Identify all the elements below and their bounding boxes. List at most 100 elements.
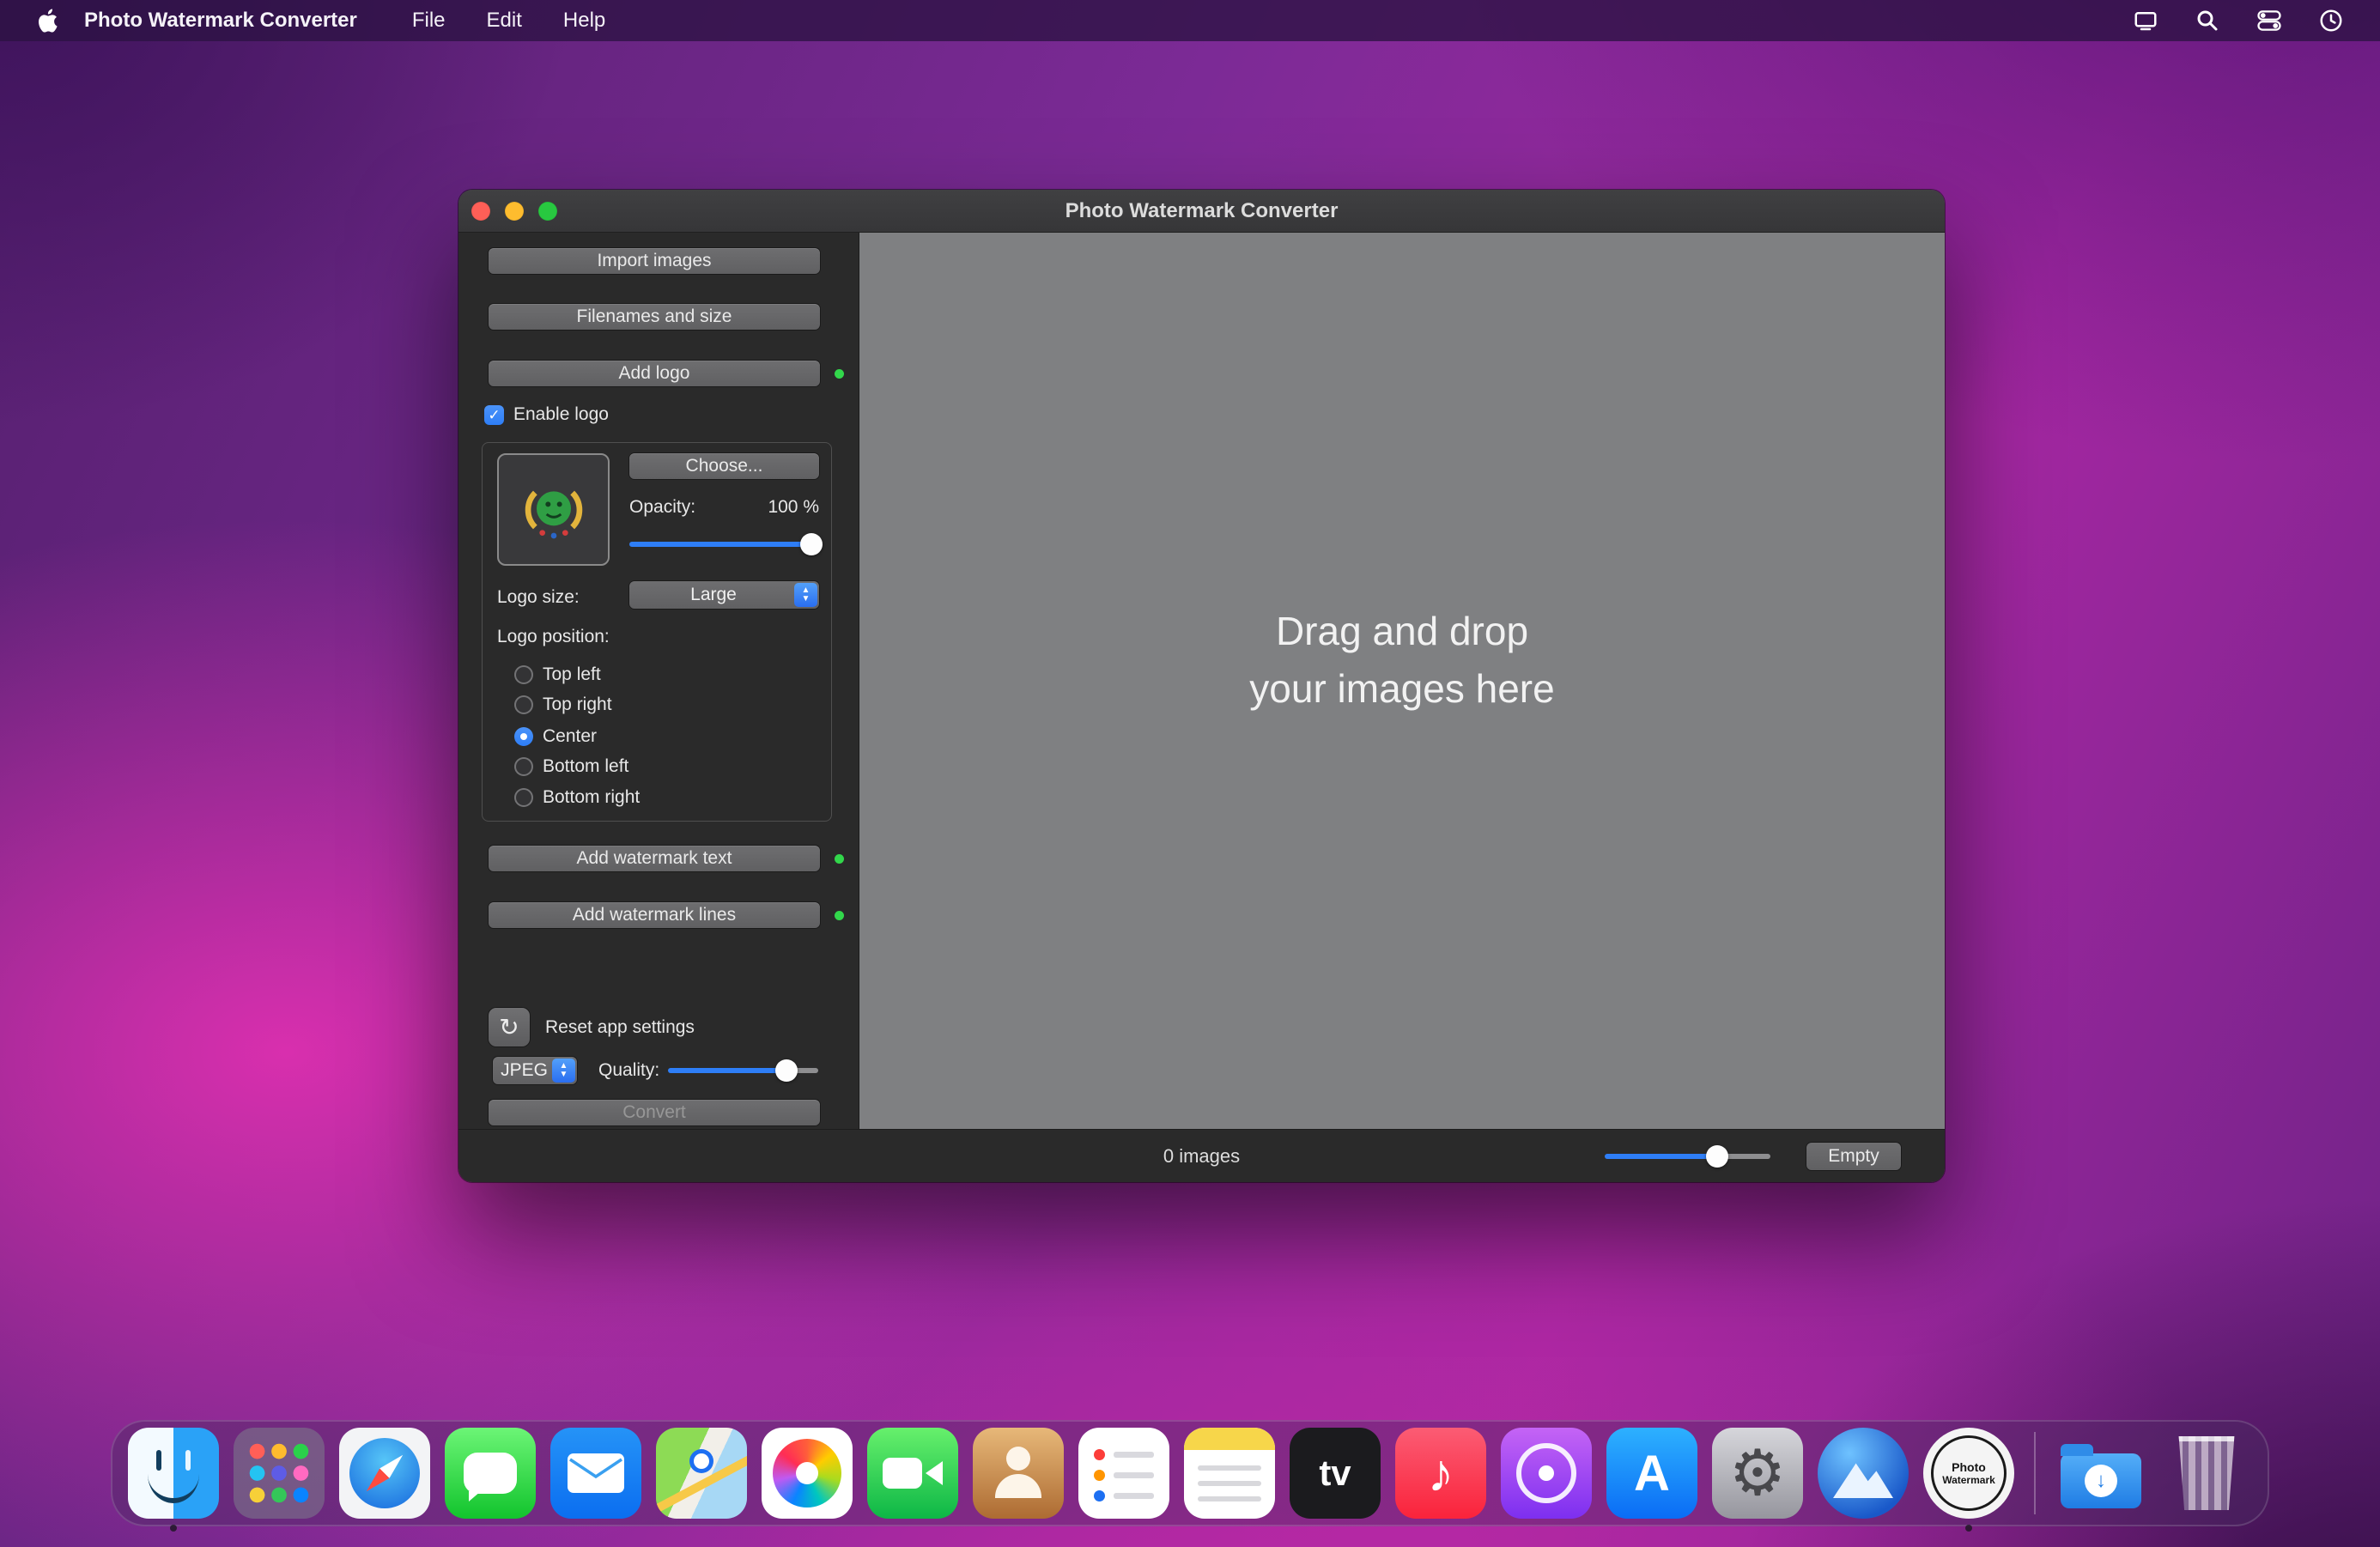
- dock-item-reminders[interactable]: [1078, 1428, 1169, 1519]
- logo-preview-image: [511, 467, 597, 553]
- import-images-button[interactable]: Import images: [489, 248, 820, 274]
- radio-bottom-left[interactable]: Bottom left: [514, 756, 628, 776]
- window-footer: 0 images Empty: [458, 1129, 1945, 1182]
- dock-item-contacts[interactable]: [973, 1428, 1064, 1519]
- running-indicator: [170, 1525, 177, 1532]
- dock-item-maps[interactable]: [656, 1428, 747, 1519]
- filenames-and-size-button[interactable]: Filenames and size: [489, 304, 820, 330]
- watermark-lines-status-dot: [835, 911, 844, 920]
- dock-item-trash[interactable]: [2161, 1428, 2252, 1519]
- dock-item-launchpad[interactable]: [234, 1428, 325, 1519]
- dock-item-notes[interactable]: [1184, 1428, 1275, 1519]
- reset-icon: ↻: [499, 1013, 519, 1041]
- radio-indicator: [514, 665, 533, 684]
- radio-bottom-right[interactable]: Bottom right: [514, 787, 640, 807]
- maps-icon: [656, 1428, 747, 1519]
- add-logo-status-dot: [835, 369, 844, 379]
- music-note-glyph: ♪: [1428, 1443, 1454, 1504]
- menu-edit[interactable]: Edit: [466, 9, 543, 33]
- quality-slider-thumb[interactable]: [775, 1059, 798, 1082]
- enable-logo-checkbox[interactable]: ✓: [484, 405, 504, 425]
- music-icon: ♪: [1395, 1428, 1486, 1519]
- clock-icon[interactable]: [2316, 6, 2346, 35]
- close-window-button[interactable]: [471, 202, 490, 221]
- opacity-slider-thumb[interactable]: [800, 533, 823, 555]
- radio-label: Top left: [543, 664, 601, 685]
- radio-label: Top right: [543, 695, 612, 715]
- desktop: { "menu_bar": { "app_name": "Photo Water…: [0, 0, 2380, 1547]
- sidebar: Import images Filenames and size Add log…: [458, 233, 859, 1129]
- checkmark-icon: ✓: [488, 407, 500, 424]
- dock-separator: [2034, 1432, 2036, 1514]
- spotlight-search-icon[interactable]: [2193, 6, 2222, 35]
- add-watermark-text-button[interactable]: Add watermark text: [489, 846, 820, 871]
- folder-shape: ↓: [2061, 1453, 2141, 1508]
- opacity-slider-track: [629, 542, 819, 547]
- opacity-slider[interactable]: [629, 532, 819, 556]
- dock-item-app-store[interactable]: A: [1606, 1428, 1697, 1519]
- dock-item-podcasts[interactable]: [1501, 1428, 1592, 1519]
- running-indicator: [1965, 1525, 1972, 1532]
- finder-icon: [128, 1428, 219, 1519]
- dock: tv ♪ A ⚙ Photo Watermark ↓: [111, 1420, 2269, 1526]
- window-title: Photo Watermark Converter: [1066, 199, 1339, 223]
- app-store-a-glyph: A: [1634, 1445, 1670, 1502]
- radio-top-right[interactable]: Top right: [514, 695, 612, 714]
- contacts-icon: [973, 1428, 1064, 1519]
- empty-button[interactable]: Empty: [1806, 1143, 1901, 1170]
- dock-item-tv[interactable]: tv: [1290, 1428, 1381, 1519]
- control-center-icon[interactable]: [2255, 6, 2284, 35]
- radio-label: Bottom left: [543, 756, 628, 777]
- dock-item-messages[interactable]: [445, 1428, 536, 1519]
- menu-bar-app-name[interactable]: Photo Watermark Converter: [84, 9, 357, 33]
- quality-slider[interactable]: [668, 1059, 818, 1083]
- dock-item-facetime[interactable]: [867, 1428, 958, 1519]
- dock-item-photos[interactable]: [762, 1428, 853, 1519]
- trash-icon: [2161, 1428, 2252, 1519]
- screen-mirroring-icon[interactable]: [2131, 6, 2160, 35]
- dock-item-safari[interactable]: [339, 1428, 430, 1519]
- minimize-window-button[interactable]: [505, 202, 524, 221]
- enable-logo-label: Enable logo: [513, 403, 609, 426]
- control-center-glyph: [2256, 8, 2282, 33]
- image-drop-zone[interactable]: Drag and drop your images here: [859, 233, 1945, 1129]
- choose-logo-button[interactable]: Choose...: [629, 453, 819, 479]
- dock-item-downloads[interactable]: ↓: [2055, 1428, 2146, 1519]
- logo-settings-group: Choose... Opacity: 100 % Logo size: Larg…: [482, 442, 832, 822]
- radio-indicator: [514, 695, 533, 714]
- menu-file[interactable]: File: [392, 9, 466, 33]
- dock-item-photo-watermark[interactable]: Photo Watermark: [1923, 1428, 2014, 1519]
- dock-item-system-settings[interactable]: ⚙: [1712, 1428, 1803, 1519]
- app-store-icon: A: [1606, 1428, 1697, 1519]
- mountain-sphere-icon: [1818, 1428, 1909, 1519]
- apple-tv-icon: tv: [1290, 1428, 1381, 1519]
- zoom-window-button[interactable]: [538, 202, 557, 221]
- menu-help[interactable]: Help: [543, 9, 626, 33]
- dock-item-blue-circle-app[interactable]: [1818, 1428, 1909, 1519]
- reset-settings-button[interactable]: ↻: [489, 1008, 530, 1046]
- compass-dial: [349, 1438, 420, 1508]
- apple-logo-icon: [36, 8, 58, 33]
- dock-item-music[interactable]: ♪: [1395, 1428, 1486, 1519]
- format-dropdown[interactable]: JPEG ▲ ▼: [493, 1057, 577, 1084]
- convert-button[interactable]: Convert: [489, 1100, 820, 1125]
- radio-label: Center: [543, 726, 597, 747]
- stamp-text-line1: Photo: [1952, 1460, 1986, 1474]
- thumbnail-size-slider[interactable]: [1605, 1144, 1770, 1168]
- thumbnail-slider-thumb[interactable]: [1706, 1145, 1728, 1168]
- clock-glyph: [2318, 8, 2344, 33]
- radio-top-left[interactable]: Top left: [514, 664, 601, 684]
- dock-item-finder[interactable]: [128, 1428, 219, 1519]
- logo-size-dropdown[interactable]: Large ▲ ▼: [629, 581, 819, 609]
- stepper-icon: ▲ ▼: [552, 1059, 575, 1083]
- add-logo-button[interactable]: Add logo: [489, 361, 820, 386]
- facetime-icon: [867, 1428, 958, 1519]
- dock-item-mail[interactable]: [550, 1428, 641, 1519]
- apple-menu-icon[interactable]: [33, 6, 62, 35]
- add-watermark-lines-button[interactable]: Add watermark lines: [489, 902, 820, 928]
- radio-center[interactable]: Center: [514, 726, 597, 746]
- logo-preview[interactable]: [497, 453, 610, 566]
- radio-label: Bottom right: [543, 787, 640, 808]
- mail-icon: [550, 1428, 641, 1519]
- window-titlebar[interactable]: Photo Watermark Converter: [458, 190, 1945, 233]
